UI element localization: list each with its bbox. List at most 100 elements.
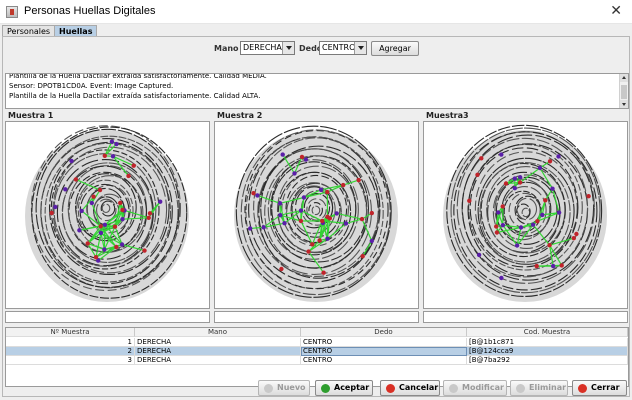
minutia-point (261, 225, 266, 230)
header-mano[interactable]: Mano (135, 328, 301, 337)
minutia-point (543, 198, 548, 203)
cell-dedo: CENTRO (301, 338, 467, 347)
java-app-icon (6, 6, 18, 18)
minutia-point (63, 187, 68, 192)
nuevo-label: Nuevo (277, 383, 306, 392)
minutia-point (317, 238, 322, 243)
minutia-point (475, 172, 480, 177)
minutia-point (310, 242, 315, 247)
cerrar-label: Cerrar (591, 383, 620, 392)
modificar-button[interactable]: Modificar (443, 380, 507, 396)
eliminar-label: Eliminar (529, 383, 567, 392)
minutia-point (334, 211, 339, 216)
minutia-point (102, 153, 108, 158)
minutia-point (540, 212, 545, 218)
table-row[interactable]: 2 DERECHA CENTRO [B@124cca9 (6, 347, 628, 356)
minutia-point (571, 236, 576, 241)
minutia-point (494, 224, 499, 229)
minutia-point (551, 263, 556, 269)
minutia-point (514, 243, 520, 248)
minutia-point (278, 213, 283, 218)
header-n-muestra[interactable]: Nº Muestra (6, 328, 135, 337)
minutia-point (356, 177, 361, 183)
minutia-point (98, 230, 104, 236)
minutia-point (301, 195, 307, 200)
minutia-point (142, 248, 147, 253)
close-window-button[interactable]: ✕ (610, 3, 622, 19)
minutia-point (102, 222, 108, 227)
minutia-point (112, 224, 118, 229)
cancelar-label: Cancelar (399, 383, 439, 392)
log-scrollbar[interactable] (619, 74, 628, 108)
minutia-link (103, 224, 106, 250)
minutia-point (360, 254, 365, 259)
minutia-point (318, 187, 324, 192)
scroll-up-icon[interactable] (620, 74, 628, 82)
minutia-point (97, 187, 103, 193)
nuevo-button[interactable]: Nuevo (258, 380, 310, 396)
minutia-point (496, 210, 501, 215)
table-row[interactable]: 1 DERECHA CENTRO [B@1b1c871 (6, 338, 628, 347)
minutia-point (556, 210, 562, 215)
minutia-point (118, 200, 123, 206)
sample-title: Muestra3 (426, 111, 469, 120)
cerrar-button[interactable]: Cerrar (572, 380, 627, 396)
window-client: Personales Huellas Mano : DERECHA Dedo: … (0, 24, 632, 400)
minutia-point (79, 208, 84, 214)
minutia-point (512, 186, 517, 191)
delete-icon (516, 384, 525, 393)
minutia-point (369, 238, 374, 244)
minutia-point (280, 152, 285, 157)
minutia-point (73, 177, 79, 182)
minutia-point (327, 216, 332, 221)
cell-dedo: CENTRO (301, 347, 467, 356)
title-bar: Personas Huellas Digitales ✕ (0, 0, 632, 24)
minutia-point (341, 182, 346, 188)
minutia-point (298, 218, 304, 224)
minutia-point (476, 252, 482, 258)
sample-title: Muestra 2 (217, 111, 263, 120)
aceptar-button[interactable]: Aceptar (315, 380, 373, 396)
sample-panel-3: Muestra3 (423, 111, 628, 325)
minutia-point (279, 266, 284, 272)
dedo-combo[interactable]: CENTRO (319, 41, 367, 55)
sample-panel-2: Muestra 2 (214, 111, 419, 325)
mano-combo[interactable]: DERECHA (240, 41, 295, 55)
minutia-point (98, 224, 103, 229)
scroll-thumb[interactable] (621, 85, 627, 99)
minutia-point (298, 208, 304, 213)
minutia-point (85, 241, 90, 246)
chevron-down-icon[interactable] (282, 42, 294, 54)
minutia-point (119, 242, 125, 247)
minutia-point (467, 198, 472, 203)
agregar-button[interactable]: Agregar (371, 41, 419, 56)
minutia-point (574, 231, 579, 237)
cell-n: 3 (6, 356, 135, 365)
minutia-point (494, 230, 500, 235)
window-title: Personas Huellas Digitales (24, 5, 156, 17)
minutia-point (131, 163, 136, 168)
eliminar-button[interactable]: Eliminar (510, 380, 568, 396)
cell-n: 1 (6, 338, 135, 347)
scroll-down-icon[interactable] (620, 100, 628, 108)
check-icon (321, 384, 330, 393)
minutia-point (547, 159, 553, 164)
cell-n: 2 (6, 347, 135, 356)
chevron-down-icon[interactable] (354, 42, 366, 54)
sample-title: Muestra 1 (8, 111, 54, 120)
minutia-point (518, 175, 523, 180)
fingerprint-image-2 (214, 121, 419, 309)
minutia-point (369, 210, 374, 216)
cancelar-button[interactable]: Cancelar (380, 380, 440, 396)
minutia-point (499, 152, 504, 157)
minutia-point (146, 215, 151, 220)
cell-mano: DERECHA (135, 338, 301, 347)
header-cod-muestra[interactable]: Cod. Muestra (467, 328, 628, 337)
header-dedo[interactable]: Dedo (301, 328, 467, 337)
table-row[interactable]: 3 DERECHA CENTRO [B@7ba292 (6, 356, 628, 365)
minutia-point (93, 255, 99, 260)
minutia-point (120, 207, 125, 213)
event-log[interactable]: Plantilla de la Huella Dactilar extraída… (5, 73, 629, 109)
minutia-point (534, 263, 539, 269)
minutia-point (320, 218, 325, 224)
